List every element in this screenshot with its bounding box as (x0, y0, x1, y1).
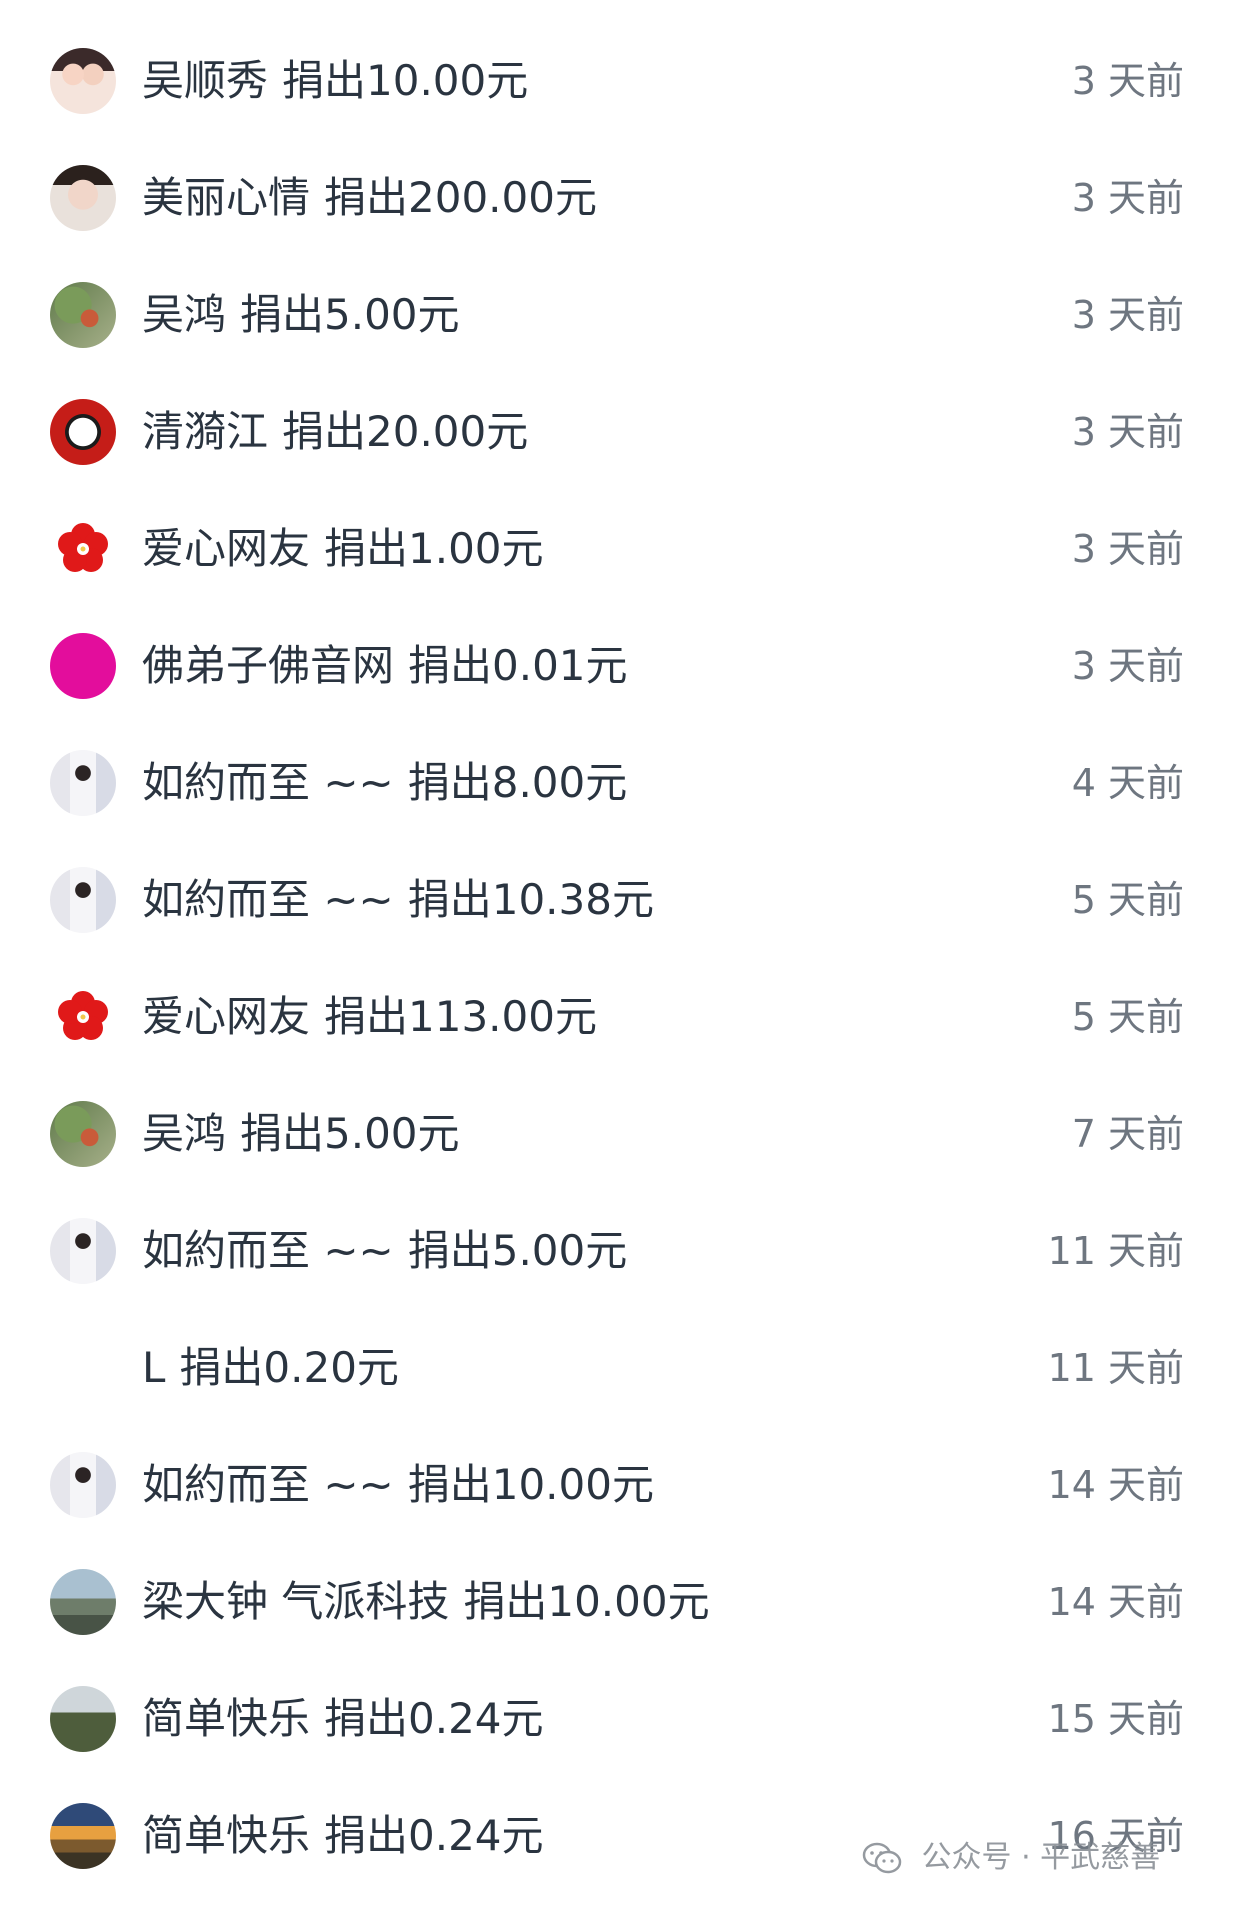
avatar[interactable] (50, 866, 116, 933)
watermark-text: 公众号 · 平武慈善 (921, 1840, 1161, 1875)
donor-name: 简单快乐 (142, 1810, 311, 1860)
avatar[interactable] (50, 515, 116, 582)
donation-amount: 捐出1.00元 (324, 523, 544, 573)
donation-row[interactable]: 如約而至 ~~ 捐出10.38元 5 天前 (0, 841, 1234, 958)
donation-row[interactable]: 吴鸿 捐出5.00元 3 天前 (0, 256, 1234, 373)
donation-amount: 捐出5.00元 (240, 289, 460, 339)
donation-text: 佛弟子佛音网 捐出0.01元 (142, 641, 628, 691)
donation-amount: 捐出5.00元 (407, 1225, 628, 1275)
avatar[interactable] (50, 1802, 116, 1869)
donation-time: 14 天前 (1047, 1462, 1184, 1507)
donor-name: 美丽心情 (142, 172, 311, 222)
donor-name: 清漪江 (142, 406, 269, 456)
donation-text: 梁大钟 气派科技 捐出10.00元 (142, 1577, 710, 1627)
donation-row[interactable]: 吴顺秀 捐出10.00元 3 天前 (0, 22, 1234, 139)
donation-amount: 捐出10.00元 (282, 55, 529, 105)
donation-time: 3 天前 (1071, 526, 1184, 571)
donation-row[interactable]: L 捐出0.20元 11 天前 (0, 1309, 1234, 1426)
donation-time: 5 天前 (1071, 994, 1184, 1039)
donation-time: 3 天前 (1071, 409, 1184, 454)
watermark: 公众号 · 平武慈善 (862, 1838, 1160, 1878)
donation-time: 4 天前 (1071, 760, 1184, 805)
donation-time: 15 天前 (1047, 1696, 1184, 1741)
donation-text: 吴鸿 捐出5.00元 (142, 290, 460, 340)
avatar[interactable] (50, 1100, 116, 1167)
donation-amount: 捐出5.00元 (240, 1108, 460, 1158)
donation-text: 吴顺秀 捐出10.00元 (142, 56, 528, 106)
donation-amount: 捐出0.01元 (408, 640, 628, 690)
donation-time: 3 天前 (1071, 292, 1184, 337)
donation-text: 爱心网友 捐出113.00元 (142, 992, 597, 1042)
donation-text: 吴鸿 捐出5.00元 (142, 1109, 460, 1159)
avatar[interactable] (50, 1217, 116, 1284)
donation-time: 5 天前 (1071, 877, 1184, 922)
donation-row[interactable]: 爱心网友 捐出113.00元 5 天前 (0, 958, 1234, 1075)
donation-amount: 捐出10.38元 (407, 874, 654, 924)
donor-name: 如約而至 ~~ (142, 1225, 394, 1275)
wechat-icon (862, 1842, 902, 1876)
avatar[interactable] (50, 1685, 116, 1752)
donor-name: 如約而至 ~~ (142, 1459, 394, 1509)
donation-time: 11 天前 (1047, 1228, 1184, 1273)
donation-text: 如約而至 ~~ 捐出8.00元 (142, 758, 627, 808)
avatar[interactable] (50, 281, 116, 348)
donation-text: 清漪江 捐出20.00元 (142, 407, 528, 457)
donation-time: 7 天前 (1071, 1111, 1184, 1156)
donation-row[interactable]: 如約而至 ~~ 捐出8.00元 4 天前 (0, 724, 1234, 841)
donation-text: 爱心网友 捐出1.00元 (142, 524, 544, 574)
donation-text: 简单快乐 捐出0.24元 (142, 1811, 544, 1861)
donation-amount: 捐出113.00元 (324, 991, 597, 1041)
donation-time: 3 天前 (1071, 58, 1184, 103)
donation-text: L 捐出0.20元 (142, 1343, 399, 1393)
donation-amount: 捐出0.24元 (324, 1693, 544, 1743)
donation-amount: 捐出8.00元 (407, 757, 628, 807)
donation-text: 简单快乐 捐出0.24元 (142, 1694, 544, 1744)
donation-text: 如約而至 ~~ 捐出5.00元 (142, 1226, 627, 1276)
donation-time: 3 天前 (1071, 643, 1184, 688)
donation-time: 3 天前 (1071, 175, 1184, 220)
donor-name: 简单快乐 (142, 1693, 311, 1743)
donation-time: 14 天前 (1047, 1579, 1184, 1624)
donation-row[interactable]: 梁大钟 气派科技 捐出10.00元 14 天前 (0, 1543, 1234, 1660)
avatar[interactable] (50, 164, 116, 231)
donor-name: 如約而至 ~~ (142, 757, 394, 807)
donation-time: 11 天前 (1047, 1345, 1184, 1390)
donor-name: L (142, 1342, 166, 1392)
donation-row[interactable]: 美丽心情 捐出200.00元 3 天前 (0, 139, 1234, 256)
donation-text: 如約而至 ~~ 捐出10.00元 (142, 1460, 654, 1510)
donation-row[interactable]: 清漪江 捐出20.00元 3 天前 (0, 373, 1234, 490)
donor-name: 吴鸿 (142, 1108, 227, 1158)
avatar[interactable] (50, 398, 116, 465)
donation-amount: 捐出200.00元 (324, 172, 597, 222)
donation-list: 吴顺秀 捐出10.00元 3 天前 美丽心情 捐出200.00元 3 天前 吴鸿 捐出5.00… (0, 22, 1234, 1894)
avatar[interactable] (50, 1451, 116, 1518)
donation-amount: 捐出20.00元 (282, 406, 529, 456)
donor-name: 吴顺秀 (142, 55, 269, 105)
donor-name: 梁大钟 气派科技 (142, 1576, 450, 1626)
donation-amount: 捐出10.00元 (463, 1576, 710, 1626)
donation-row[interactable]: 简单快乐 捐出0.24元 15 天前 (0, 1660, 1234, 1777)
avatar[interactable] (50, 1335, 116, 1401)
avatar[interactable] (50, 632, 116, 699)
donation-amount: 捐出10.00元 (407, 1459, 654, 1509)
donor-name: 吴鸿 (142, 289, 227, 339)
avatar[interactable] (50, 749, 116, 816)
avatar[interactable] (50, 983, 116, 1050)
donation-row[interactable]: 佛弟子佛音网 捐出0.01元 3 天前 (0, 607, 1234, 724)
donor-name: 爱心网友 (142, 991, 311, 1041)
donor-name: 如約而至 ~~ (142, 874, 394, 924)
donor-name: 佛弟子佛音网 (142, 640, 395, 690)
donation-text: 美丽心情 捐出200.00元 (142, 173, 597, 223)
donation-amount: 捐出0.24元 (324, 1810, 544, 1860)
donation-amount: 捐出0.20元 (179, 1342, 399, 1392)
donation-row[interactable]: 如約而至 ~~ 捐出10.00元 14 天前 (0, 1426, 1234, 1543)
avatar[interactable] (50, 47, 116, 114)
donation-text: 如約而至 ~~ 捐出10.38元 (142, 875, 654, 925)
avatar[interactable] (50, 1568, 116, 1635)
donor-name: 爱心网友 (142, 523, 311, 573)
donation-row[interactable]: 如約而至 ~~ 捐出5.00元 11 天前 (0, 1192, 1234, 1309)
donation-row[interactable]: 爱心网友 捐出1.00元 3 天前 (0, 490, 1234, 607)
donation-row[interactable]: 吴鸿 捐出5.00元 7 天前 (0, 1075, 1234, 1192)
